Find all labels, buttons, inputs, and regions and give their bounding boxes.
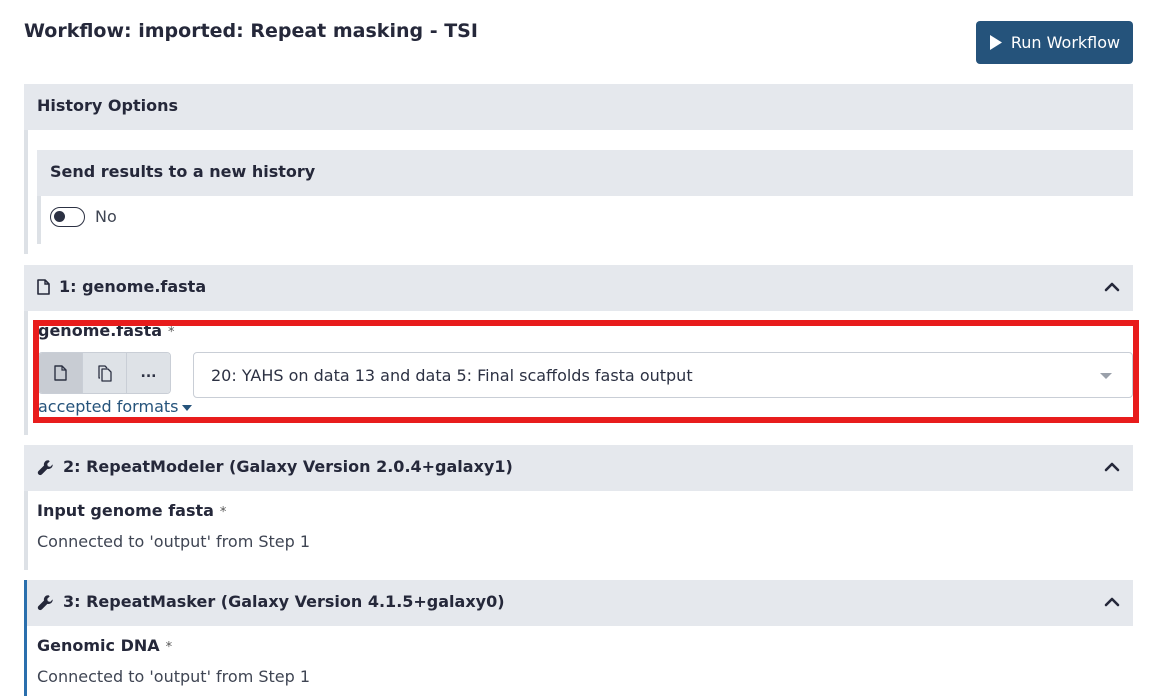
input-genome-fasta-label: Input genome fasta *: [37, 501, 227, 520]
page-title: Workflow: imported: Repeat masking - TSI: [24, 20, 478, 42]
send-results-title: Send results to a new history: [50, 162, 316, 181]
play-icon: [989, 35, 1002, 50]
file-icon: [37, 279, 50, 295]
run-workflow-label: Run Workflow: [1010, 33, 1121, 52]
chevron-up-icon[interactable]: [1104, 459, 1120, 475]
step3-title: 3: RepeatMasker (Galaxy Version 4.1.5+ga…: [63, 592, 505, 611]
wrench-icon: [37, 595, 53, 611]
wrench-icon: [37, 460, 53, 476]
chevron-up-icon[interactable]: [1104, 279, 1120, 295]
history-options-header[interactable]: [24, 84, 1133, 130]
run-workflow-button[interactable]: Run Workflow: [976, 21, 1133, 64]
genomic-dna-label: Genomic DNA *: [37, 636, 173, 655]
chevron-up-icon[interactable]: [1104, 594, 1120, 610]
step2-title: 2: RepeatModeler (Galaxy Version 2.0.4+g…: [63, 457, 513, 476]
step2-connection-text: Connected to 'output' from Step 1: [37, 532, 311, 551]
toggle-value: No: [95, 207, 117, 226]
step1-title: 1: genome.fasta: [59, 277, 207, 296]
new-history-toggle[interactable]: [50, 207, 85, 227]
step3-connection-text: Connected to 'output' from Step 1: [37, 667, 311, 686]
history-options-title: History Options: [37, 96, 179, 115]
highlight-box: [33, 320, 1139, 423]
